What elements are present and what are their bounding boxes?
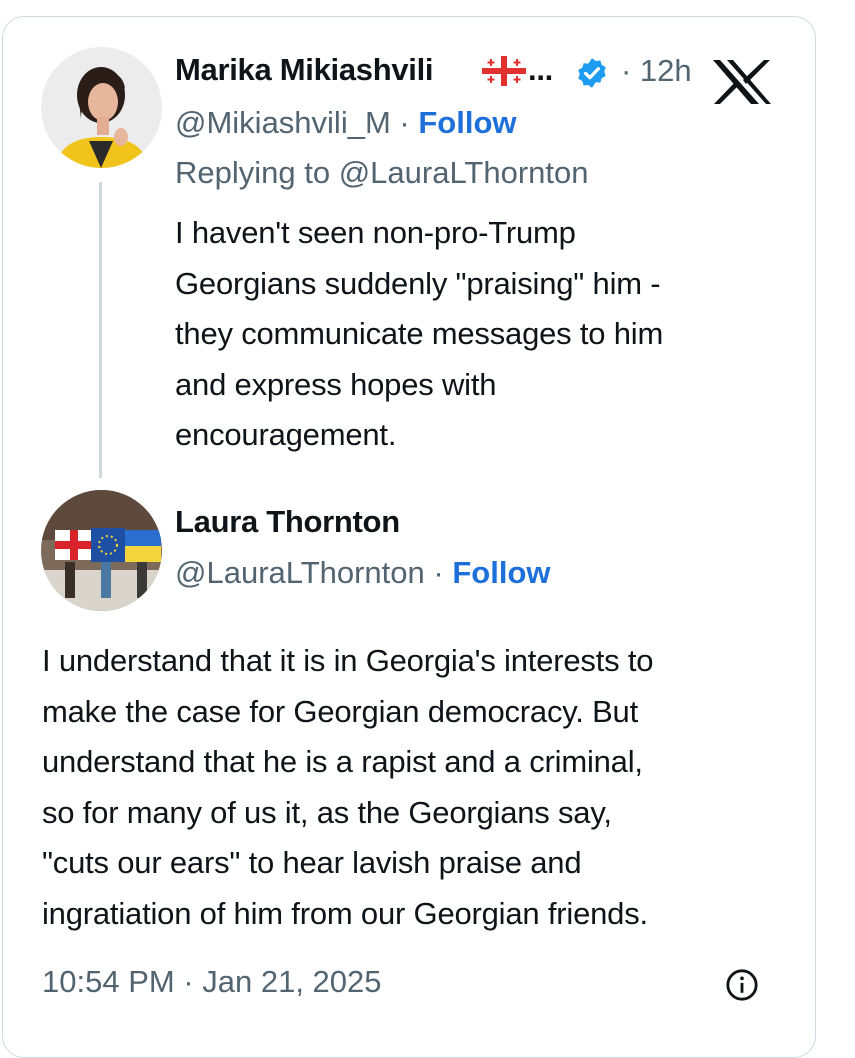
x-logo-icon[interactable] (711, 58, 773, 111)
reply-follow-button[interactable]: Follow (452, 555, 550, 590)
replying-to-label[interactable]: Replying to @LauraLThornton (175, 155, 588, 191)
reply-handle-separator: · (433, 555, 444, 590)
reply-author-name[interactable]: Laura Thornton (175, 504, 400, 540)
follow-button[interactable]: Follow (418, 105, 516, 140)
name-ellipsis: ... (528, 52, 553, 87)
info-icon[interactable] (725, 968, 759, 1007)
author-avatar-marika[interactable] (41, 47, 162, 168)
thread-connector-line (99, 182, 102, 478)
reply-author-handle[interactable]: @LauraLThornton (175, 555, 425, 590)
reply-timestamp[interactable]: 10:54 PM · Jan 21, 2025 (42, 964, 382, 1000)
author-name[interactable]: Marika Mikiashvili (175, 52, 434, 88)
handle-separator: · (399, 105, 410, 140)
post-time-ago[interactable]: · 12h (621, 53, 692, 89)
author-avatar-laura[interactable] (41, 490, 162, 611)
verified-badge-icon[interactable] (575, 56, 609, 95)
reply-text: I understand that it is in Georgia's int… (42, 643, 654, 931)
georgia-flag-icon (482, 56, 526, 91)
reply-handle-row: @LauraLThornton · Follow (175, 555, 551, 591)
post-text: I haven't seen non-pro-Trump Georgians s… (175, 215, 664, 452)
author-handle[interactable]: @Mikiashvili_M (175, 105, 391, 140)
author-handle-row: @Mikiashvili_M · Follow (175, 105, 517, 141)
